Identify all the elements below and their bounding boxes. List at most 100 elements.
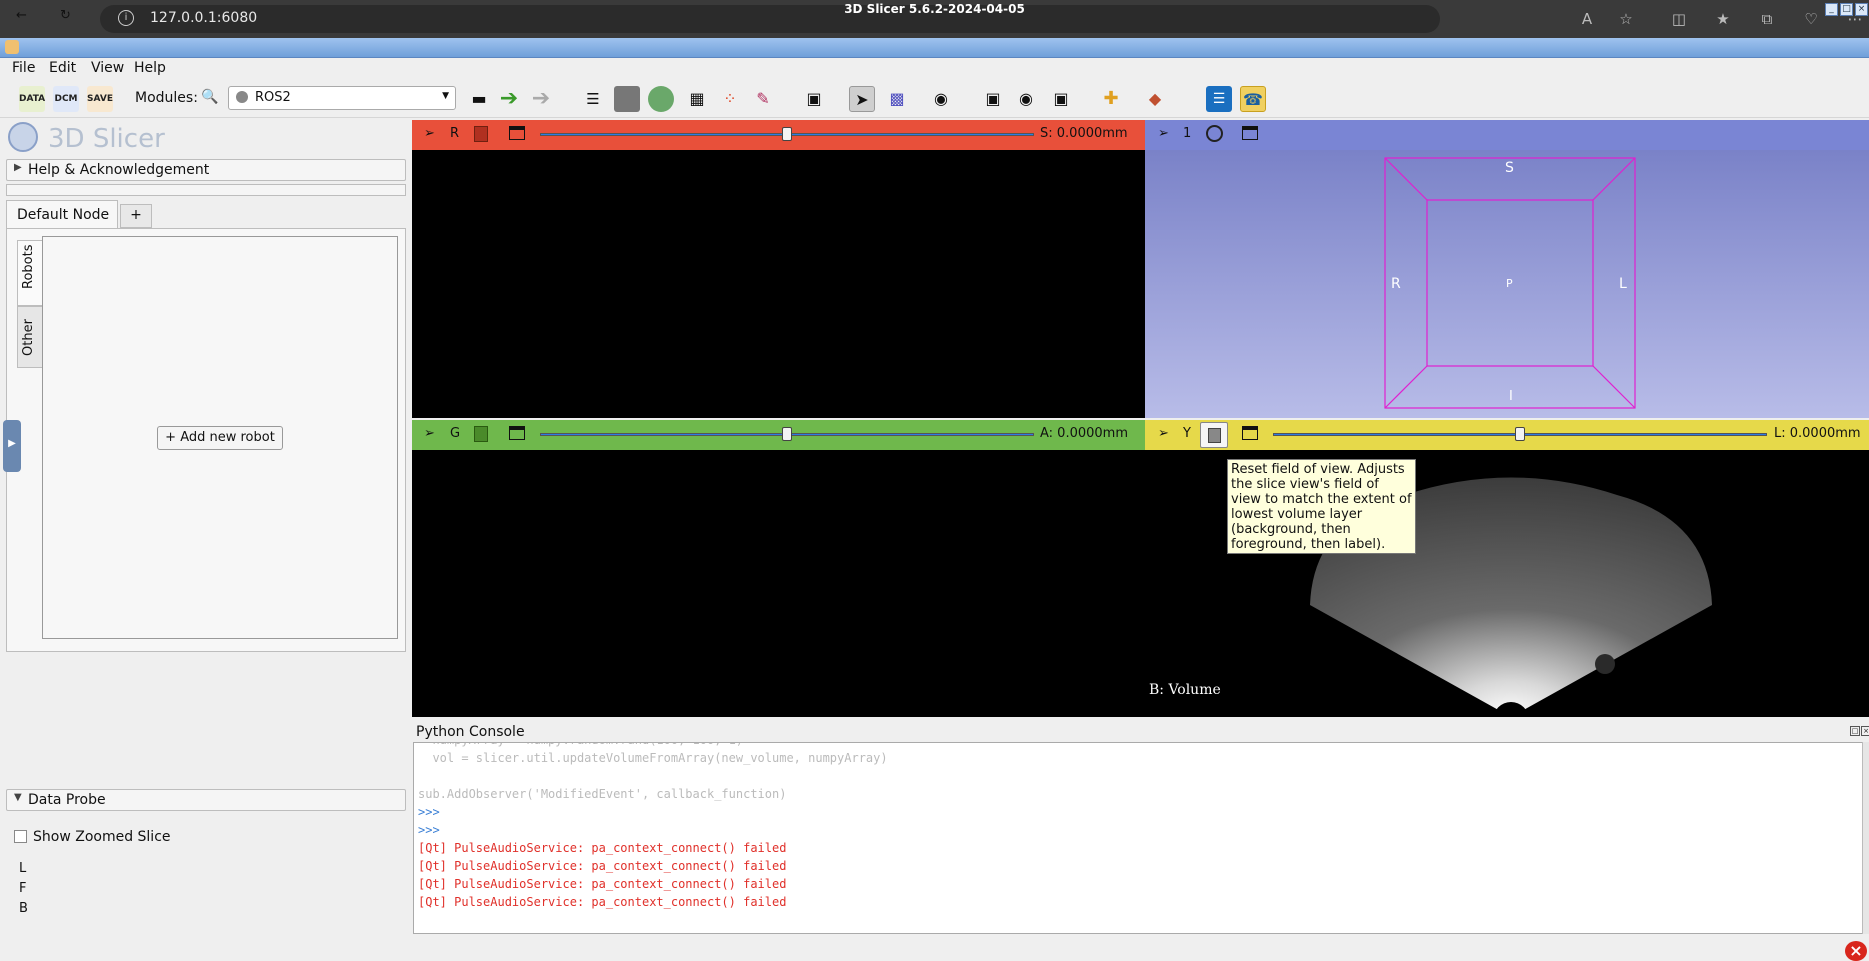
slicer-logo-icon: [8, 122, 38, 152]
forward-arrow-icon[interactable]: ➔: [528, 86, 554, 112]
yellow-slider-handle[interactable]: [1515, 427, 1525, 441]
python-console-header: Python Console □ ×: [413, 722, 1869, 742]
orientation-label-top: S: [1505, 160, 1514, 176]
ros2-module-icon: [236, 91, 248, 103]
maximize-icon[interactable]: □: [1840, 3, 1853, 16]
menu-help[interactable]: Help: [134, 60, 166, 76]
layout-icon[interactable]: ▬: [466, 86, 492, 112]
probe-row-l: L: [19, 861, 27, 876]
section-divider: [6, 184, 406, 196]
green-slider-handle[interactable]: [782, 427, 792, 441]
green-slice-view[interactable]: [412, 450, 1145, 717]
console-prompt: >>>: [418, 805, 440, 819]
window-titlebar: [0, 38, 1869, 58]
console-float-icon[interactable]: □: [1850, 726, 1860, 736]
menu-edit[interactable]: Edit: [49, 60, 76, 76]
show-zoomed-slice-label: Show Zoomed Slice: [33, 829, 171, 845]
3d-view-label: 1: [1183, 126, 1192, 141]
tab-default-node[interactable]: Default Node: [6, 200, 118, 229]
orientation-label-right: L: [1619, 276, 1627, 292]
minimize-icon[interactable]: _: [1825, 3, 1838, 16]
help-section-label: Help & Acknowledgement: [28, 162, 210, 178]
console-error-line: [Qt] PulseAudioService: pa_context_conne…: [418, 859, 787, 873]
module-selected-label: ROS2: [255, 90, 291, 105]
close-icon[interactable]: ×: [1855, 3, 1868, 16]
disconnect-close-icon[interactable]: ×: [1845, 941, 1867, 961]
console-prompt: >>>: [418, 823, 440, 837]
yellow-reset-fov-button[interactable]: [1200, 422, 1228, 448]
add-new-robot-button[interactable]: + Add new robot: [157, 426, 283, 450]
console-error-line: [Qt] PulseAudioService: pa_context_conne…: [418, 841, 787, 855]
app-title: 3D Slicer: [48, 124, 165, 154]
maximize-view-icon[interactable]: [509, 126, 525, 140]
vtab-other[interactable]: Other: [17, 306, 43, 368]
modules-label: Modules:: [135, 90, 198, 106]
markup-mode-icon[interactable]: ◆: [1142, 86, 1168, 112]
yellow-view-label: Y: [1183, 426, 1191, 441]
red-slider-handle[interactable]: [782, 127, 792, 141]
reset-fov-tooltip: Reset field of view. Adjusts the slice v…: [1227, 459, 1416, 554]
green-slice-offset: A: 0.0000mm: [1040, 426, 1128, 441]
tab-add[interactable]: +: [120, 204, 152, 228]
menu-view[interactable]: View: [91, 60, 124, 76]
save-button[interactable]: SAVE: [87, 86, 113, 112]
center-view-icon[interactable]: [1206, 125, 1223, 142]
data-tree-icon[interactable]: ☰: [580, 86, 606, 112]
yellow-slice-offset: L: 0.0000mm: [1774, 426, 1861, 441]
data-probe-section[interactable]: ▼ Data Probe: [6, 789, 406, 811]
green-maximize-view-icon[interactable]: [509, 426, 525, 440]
collapse-arrow-icon: ▼: [14, 792, 22, 803]
mouse-pointer-icon[interactable]: ➤: [849, 86, 875, 112]
back-arrow-icon[interactable]: ➔: [496, 86, 522, 112]
panel-toggle-handle[interactable]: ▶: [3, 420, 21, 472]
models-icon[interactable]: [648, 86, 674, 112]
module-selector[interactable]: ROS2 ▼: [228, 86, 456, 110]
volumes-icon[interactable]: [614, 86, 640, 112]
green-pin-icon[interactable]: ➢: [424, 426, 435, 441]
reset-fov-icon[interactable]: [474, 126, 488, 142]
vtab-robots[interactable]: Robots: [17, 240, 43, 306]
green-reset-fov-icon[interactable]: [474, 426, 488, 442]
volume-layer-label: B: Volume: [1149, 682, 1221, 698]
markups-icon[interactable]: ⁘: [717, 86, 743, 112]
slicer-logo-icon: [5, 40, 19, 54]
help-acknowledgement-section[interactable]: ▶ Help & Acknowledgement: [6, 159, 406, 181]
window-level-icon[interactable]: ▩: [884, 86, 910, 112]
capture-view-icon[interactable]: ▣: [980, 86, 1006, 112]
module-search-icon[interactable]: 🔍: [201, 89, 218, 105]
python-console-icon[interactable]: ☎: [1240, 86, 1266, 112]
console-close-icon[interactable]: ×: [1861, 726, 1869, 736]
console-error-line: [Qt] PulseAudioService: pa_context_conne…: [418, 877, 787, 891]
orientation-label-left: R: [1391, 276, 1401, 292]
orientation-label-center: P: [1506, 277, 1513, 290]
console-error-line: [Qt] PulseAudioService: pa_context_conne…: [418, 895, 787, 909]
show-zoomed-slice-checkbox[interactable]: [14, 830, 27, 843]
console-scrollbar[interactable]: [1862, 742, 1869, 934]
probe-row-f: F: [19, 881, 27, 896]
segment-editor-icon[interactable]: ✎: [750, 86, 776, 112]
load-data-button[interactable]: DATA: [19, 86, 45, 112]
crosshair-toggle-icon[interactable]: ◉: [928, 86, 954, 112]
window-title: 3D Slicer 5.6.2-2024-04-05: [844, 2, 1025, 16]
probe-row-b: B: [19, 901, 28, 916]
data-probe-label: Data Probe: [28, 792, 106, 808]
yellow-pin-icon[interactable]: ➢: [1158, 426, 1169, 441]
menu-file[interactable]: File: [12, 60, 35, 76]
transforms-icon[interactable]: ▦: [684, 86, 710, 112]
camera-icon[interactable]: ◉: [1013, 86, 1039, 112]
reset-fov-icon: [1208, 428, 1221, 443]
vtab-robots-label: Robots: [21, 244, 36, 289]
yellow-maximize-view-icon[interactable]: [1242, 426, 1258, 440]
python-console[interactable]: numpyArray = numpy.random.rand(100, 100,…: [413, 742, 1863, 934]
console-line: sub.AddObserver('ModifiedEvent', callbac…: [418, 787, 787, 801]
fiducial-placement-icon[interactable]: ✚: [1098, 86, 1124, 112]
screen-capture-icon[interactable]: ▣: [801, 86, 827, 112]
orientation-label-bottom: I: [1509, 389, 1513, 404]
pin-icon[interactable]: ➢: [424, 126, 435, 141]
red-slice-view[interactable]: [412, 150, 1145, 418]
load-dicom-button[interactable]: DCM: [53, 86, 79, 112]
scene-view-icon[interactable]: ▣: [1048, 86, 1074, 112]
extension-manager-icon[interactable]: ☰: [1206, 86, 1232, 112]
3d-pin-icon[interactable]: ➢: [1158, 126, 1169, 141]
3d-maximize-view-icon[interactable]: [1242, 126, 1258, 140]
